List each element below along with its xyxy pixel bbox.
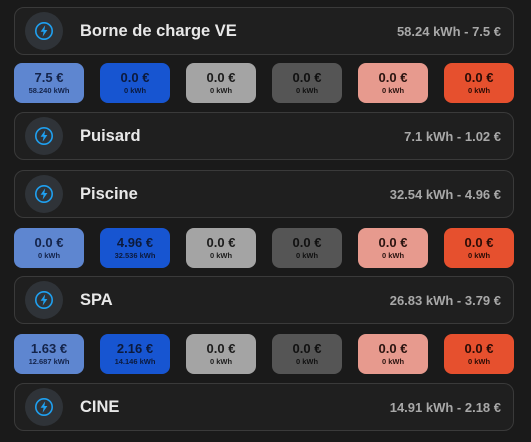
chip-kwh: 0 kWh [209, 86, 233, 95]
chip-amount: 0.0 € [378, 341, 408, 356]
tariff-chip[interactable]: 0.0 € 0 kWh [100, 63, 170, 103]
lightning-bolt-icon [25, 388, 63, 426]
tariff-chip[interactable]: 0.0 € 0 kWh [272, 228, 342, 268]
chip-amount: 2.16 € [116, 341, 154, 356]
tariff-chip[interactable]: 0.0 € 0 kWh [444, 334, 514, 374]
chip-amount: 0.0 € [378, 70, 408, 85]
chip-kwh: 58.240 kWh [28, 86, 70, 95]
chip-kwh: 0 kWh [37, 251, 61, 260]
chip-kwh: 0 kWh [381, 251, 405, 260]
lightning-bolt-icon [25, 175, 63, 213]
entity-name: Puisard [80, 126, 141, 145]
chip-amount: 4.96 € [116, 235, 154, 250]
entity-name: SPA [80, 290, 113, 309]
entity-card-cine[interactable]: CINE 14.91 kWh - 2.18 € [14, 383, 514, 431]
chip-amount: 0.0 € [206, 235, 236, 250]
chip-kwh: 12.687 kWh [28, 357, 70, 366]
chip-amount: 0.0 € [464, 70, 494, 85]
entity-summary: 58.24 kWh - 7.5 € [396, 23, 501, 39]
chip-kwh: 0 kWh [295, 86, 319, 95]
tariff-chip[interactable]: 0.0 € 0 kWh [14, 228, 84, 268]
chip-amount: 7.5 € [34, 70, 64, 85]
lightning-bolt-icon [25, 12, 63, 50]
tariff-chip-row: 7.5 € 58.240 kWh 0.0 € 0 kWh 0.0 € 0 kWh… [14, 63, 514, 103]
chip-kwh: 0 kWh [209, 357, 233, 366]
tariff-chip[interactable]: 0.0 € 0 kWh [186, 63, 256, 103]
tariff-chip[interactable]: 0.0 € 0 kWh [272, 334, 342, 374]
chip-kwh: 0 kWh [295, 357, 319, 366]
chip-amount: 0.0 € [378, 235, 408, 250]
entity-name: Piscine [80, 184, 138, 203]
chip-kwh: 0 kWh [209, 251, 233, 260]
tariff-chip[interactable]: 0.0 € 0 kWh [186, 228, 256, 268]
chip-kwh: 0 kWh [123, 86, 147, 95]
entity-summary: 26.83 kWh - 3.79 € [389, 292, 501, 308]
entity-card-borne-de-charge-ve[interactable]: Borne de charge VE 58.24 kWh - 7.5 € [14, 7, 514, 55]
chip-amount: 0.0 € [464, 235, 494, 250]
tariff-chip[interactable]: 0.0 € 0 kWh [444, 63, 514, 103]
chip-amount: 0.0 € [292, 235, 322, 250]
tariff-chip[interactable]: 0.0 € 0 kWh [272, 63, 342, 103]
chip-amount: 0.0 € [120, 70, 150, 85]
entity-card-spa[interactable]: SPA 26.83 kWh - 3.79 € [14, 276, 514, 324]
entity-name: CINE [80, 397, 120, 416]
chip-kwh: 0 kWh [467, 86, 491, 95]
chip-amount: 0.0 € [206, 341, 236, 356]
tariff-chip[interactable]: 0.0 € 0 kWh [186, 334, 256, 374]
tariff-chip[interactable]: 0.0 € 0 kWh [358, 228, 428, 268]
lightning-bolt-icon [25, 281, 63, 319]
tariff-chip[interactable]: 0.0 € 0 kWh [444, 228, 514, 268]
tariff-chip[interactable]: 4.96 € 32.536 kWh [100, 228, 170, 268]
chip-amount: 0.0 € [292, 70, 322, 85]
energy-dashboard: Borne de charge VE 58.24 kWh - 7.5 € 7.5… [0, 0, 531, 442]
entity-summary: 7.1 kWh - 1.02 € [404, 128, 501, 144]
tariff-chip[interactable]: 0.0 € 0 kWh [358, 63, 428, 103]
chip-amount: 0.0 € [292, 341, 322, 356]
entity-summary: 14.91 kWh - 2.18 € [389, 399, 501, 415]
tariff-chip[interactable]: 0.0 € 0 kWh [358, 334, 428, 374]
chip-kwh: 0 kWh [467, 251, 491, 260]
entity-summary: 32.54 kWh - 4.96 € [389, 186, 501, 202]
tariff-chip[interactable]: 1.63 € 12.687 kWh [14, 334, 84, 374]
tariff-chip[interactable]: 7.5 € 58.240 kWh [14, 63, 84, 103]
chip-amount: 0.0 € [464, 341, 494, 356]
chip-kwh: 14.146 kWh [114, 357, 156, 366]
tariff-chip[interactable]: 2.16 € 14.146 kWh [100, 334, 170, 374]
tariff-chip-row: 1.63 € 12.687 kWh 2.16 € 14.146 kWh 0.0 … [14, 334, 514, 374]
chip-amount: 0.0 € [206, 70, 236, 85]
chip-kwh: 0 kWh [295, 251, 319, 260]
chip-kwh: 0 kWh [381, 86, 405, 95]
entity-name: Borne de charge VE [80, 21, 237, 40]
chip-kwh: 0 kWh [381, 357, 405, 366]
entity-card-piscine[interactable]: Piscine 32.54 kWh - 4.96 € [14, 170, 514, 218]
tariff-chip-row: 0.0 € 0 kWh 4.96 € 32.536 kWh 0.0 € 0 kW… [14, 228, 514, 268]
lightning-bolt-icon [25, 117, 63, 155]
chip-amount: 0.0 € [34, 235, 64, 250]
chip-amount: 1.63 € [30, 341, 68, 356]
entity-card-puisard[interactable]: Puisard 7.1 kWh - 1.02 € [14, 112, 514, 160]
chip-kwh: 32.536 kWh [114, 251, 156, 260]
chip-kwh: 0 kWh [467, 357, 491, 366]
